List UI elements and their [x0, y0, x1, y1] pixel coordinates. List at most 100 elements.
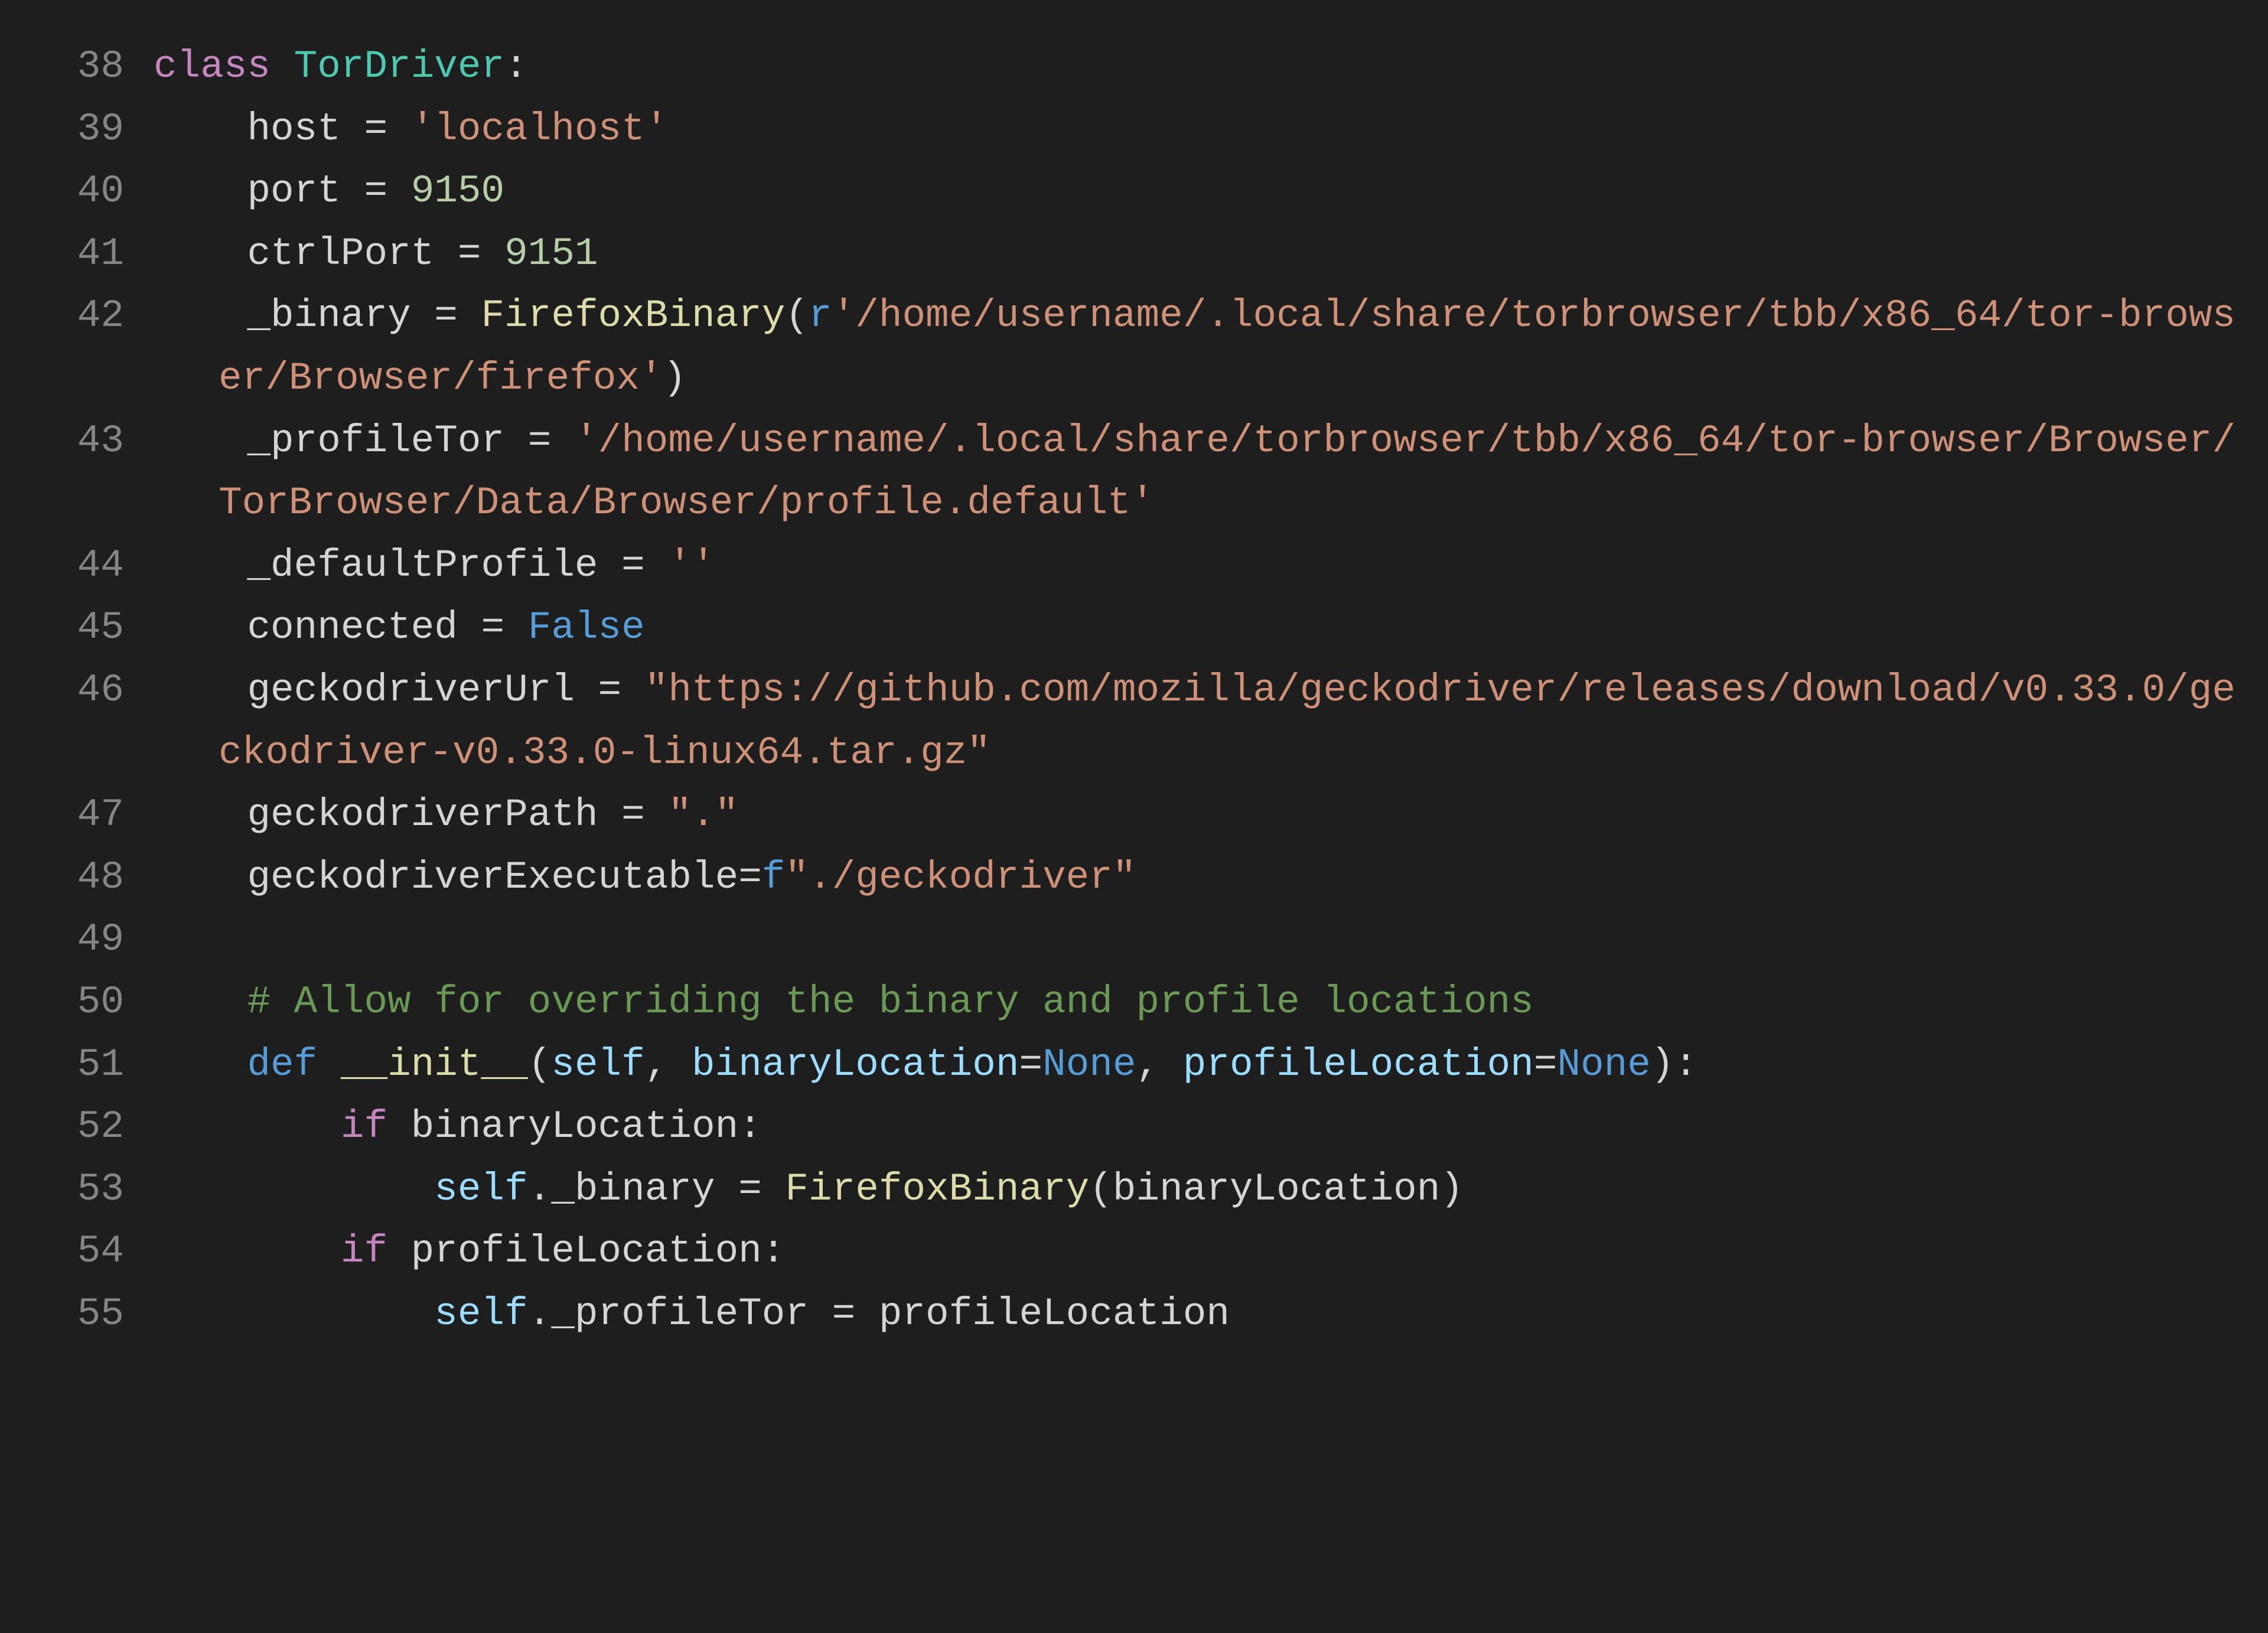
- code-token: _profileTor: [551, 1292, 832, 1336]
- line-number: 52: [24, 1096, 154, 1158]
- code-token: =: [481, 605, 505, 650]
- code-line[interactable]: 47 geckodriverPath = ".": [24, 784, 2244, 846]
- code-token: _profileTor: [154, 419, 528, 463]
- code-token: port: [154, 169, 364, 213]
- line-number: 48: [24, 846, 154, 909]
- code-token: '': [668, 543, 715, 588]
- code-content[interactable]: class TorDriver:: [154, 35, 2244, 98]
- code-content[interactable]: ctrlPort = 9151: [154, 223, 2244, 285]
- line-number: 50: [24, 971, 154, 1034]
- code-token: binaryLocation: [1113, 1167, 1441, 1211]
- code-line[interactable]: 48 geckodriverExecutable=f"./geckodriver…: [24, 846, 2244, 909]
- code-token: [154, 980, 247, 1024]
- code-token: f: [762, 855, 786, 899]
- code-token: =: [1019, 1042, 1043, 1087]
- line-number: 40: [24, 160, 154, 223]
- code-line[interactable]: 53 self._binary = FirefoxBinary(binaryLo…: [24, 1158, 2244, 1221]
- code-token: [154, 1229, 341, 1273]
- code-token: profileLocation: [1183, 1042, 1534, 1087]
- code-token: [154, 1292, 434, 1336]
- code-content[interactable]: if binaryLocation:: [154, 1096, 2244, 1158]
- code-token: [621, 668, 645, 712]
- code-token: self: [434, 1167, 527, 1211]
- code-line[interactable]: 51 def __init__(self, binaryLocation=Non…: [24, 1034, 2244, 1096]
- code-token: [154, 1104, 341, 1149]
- code-content[interactable]: geckodriverUrl = "https://github.com/moz…: [154, 659, 2244, 784]
- code-token: 9151: [504, 232, 598, 276]
- code-token: =: [738, 855, 762, 899]
- line-number: 53: [24, 1158, 154, 1221]
- code-token: if: [341, 1104, 387, 1149]
- line-number: 55: [24, 1283, 154, 1345]
- line-number: 45: [24, 597, 154, 659]
- code-token: =: [434, 294, 458, 338]
- code-token: (: [528, 1042, 552, 1087]
- code-token: [762, 1167, 786, 1211]
- code-token: def: [247, 1042, 340, 1087]
- code-line[interactable]: 40 port = 9150: [24, 160, 2244, 223]
- line-number: 46: [24, 659, 154, 722]
- code-line[interactable]: 43 _profileTor = '/home/username/.local/…: [24, 410, 2244, 534]
- code-content[interactable]: _defaultProfile = '': [154, 534, 2244, 597]
- code-token: (: [1089, 1167, 1113, 1211]
- code-token: [387, 169, 411, 213]
- code-token: # Allow for overriding the binary and pr…: [247, 980, 1533, 1024]
- code-token: [551, 419, 575, 463]
- code-line[interactable]: 38class TorDriver:: [24, 35, 2244, 98]
- code-token: FirefoxBinary: [481, 294, 786, 338]
- code-content[interactable]: geckodriverExecutable=f"./geckodriver": [154, 846, 2244, 909]
- code-content[interactable]: host = 'localhost': [154, 98, 2244, 161]
- code-token: ctrlPort: [154, 232, 458, 276]
- code-line[interactable]: 49: [24, 908, 2244, 971]
- code-token: "./geckodriver": [785, 855, 1136, 899]
- code-line[interactable]: 45 connected = False: [24, 597, 2244, 659]
- code-line[interactable]: 52 if binaryLocation:: [24, 1096, 2244, 1158]
- code-token: profileLocation: [855, 1292, 1230, 1336]
- code-token: =: [364, 107, 387, 151]
- code-content[interactable]: connected = False: [154, 597, 2244, 659]
- code-content[interactable]: if profileLocation:: [154, 1220, 2244, 1283]
- code-content[interactable]: geckodriverPath = ".": [154, 784, 2244, 846]
- code-token: host: [154, 107, 364, 151]
- code-line[interactable]: 46 geckodriverUrl = "https://github.com/…: [24, 659, 2244, 784]
- line-number: 49: [24, 908, 154, 971]
- code-token: if: [341, 1229, 387, 1273]
- code-token: [154, 1042, 247, 1087]
- code-line[interactable]: 50 # Allow for overriding the binary and…: [24, 971, 2244, 1034]
- code-token: =: [528, 419, 552, 463]
- code-content[interactable]: _binary = FirefoxBinary(r'/home/username…: [154, 285, 2244, 409]
- code-token: FirefoxBinary: [785, 1167, 1089, 1211]
- code-content[interactable]: self._profileTor = profileLocation: [154, 1283, 2244, 1345]
- code-content[interactable]: _profileTor = '/home/username/.local/sha…: [154, 410, 2244, 534]
- code-token: _defaultProfile: [154, 543, 621, 588]
- code-token: [645, 543, 669, 588]
- code-line[interactable]: 41 ctrlPort = 9151: [24, 223, 2244, 285]
- code-editor[interactable]: 38class TorDriver:39 host = 'localhost'4…: [0, 0, 2268, 1633]
- line-number: 43: [24, 410, 154, 472]
- code-token: =: [1534, 1042, 1557, 1087]
- code-content[interactable]: def __init__(self, binaryLocation=None, …: [154, 1034, 2244, 1096]
- code-token: r: [809, 294, 832, 338]
- code-token: geckodriverExecutable: [154, 855, 738, 899]
- code-line[interactable]: 42 _binary = FirefoxBinary(r'/home/usern…: [24, 285, 2244, 409]
- code-line[interactable]: 44 _defaultProfile = '': [24, 534, 2244, 597]
- code-token: _binary: [551, 1167, 738, 1211]
- code-token: geckodriverUrl: [154, 668, 598, 712]
- code-token: profileLocation: [387, 1229, 762, 1273]
- code-line[interactable]: 39 host = 'localhost': [24, 98, 2244, 161]
- code-token: .: [528, 1167, 552, 1211]
- code-token: False: [528, 605, 645, 650]
- code-content[interactable]: self._binary = FirefoxBinary(binaryLocat…: [154, 1158, 2244, 1221]
- code-line[interactable]: 54 if profileLocation:: [24, 1220, 2244, 1283]
- code-token: _binary: [154, 294, 434, 338]
- code-token: (: [785, 294, 809, 338]
- code-token: TorDriver: [294, 44, 504, 89]
- code-token: =: [832, 1292, 856, 1336]
- code-content[interactable]: port = 9150: [154, 160, 2244, 223]
- code-line[interactable]: 55 self._profileTor = profileLocation: [24, 1283, 2244, 1345]
- line-number: 54: [24, 1220, 154, 1283]
- code-content[interactable]: # Allow for overriding the binary and pr…: [154, 971, 2244, 1034]
- code-token: [504, 605, 528, 650]
- code-token: ): [663, 356, 687, 400]
- code-token: ".": [668, 793, 738, 837]
